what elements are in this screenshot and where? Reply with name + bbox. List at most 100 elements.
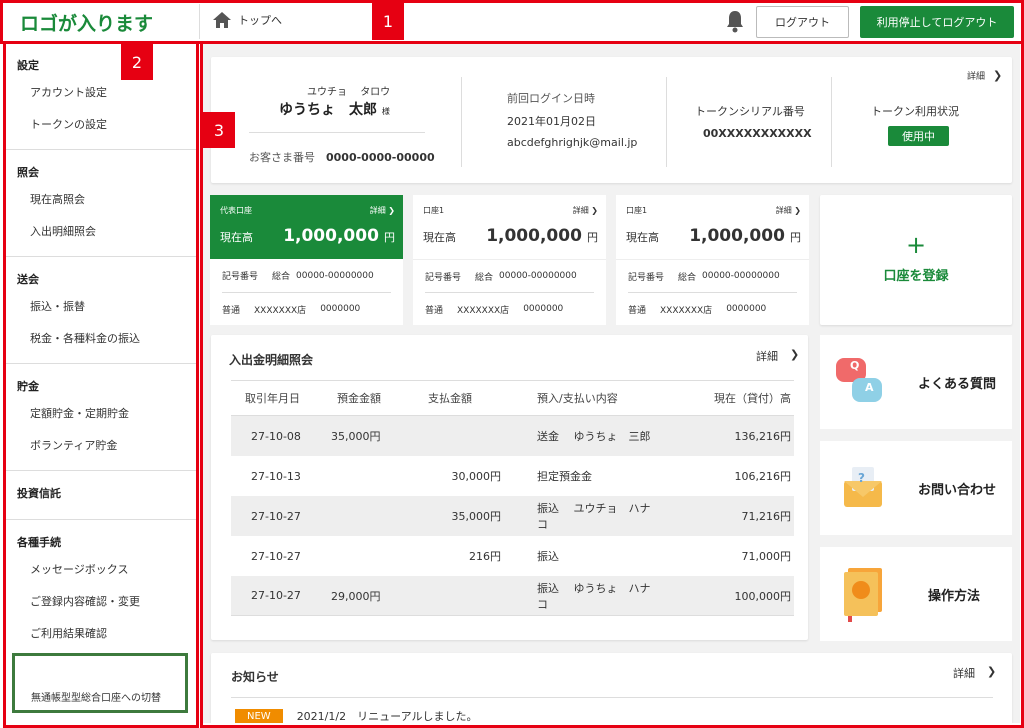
home-link[interactable]: トップへ	[212, 11, 282, 29]
table-row[interactable]: 27-10-08 35,000円 送金 ゆうちょ 三郎 136,216円	[231, 416, 794, 456]
notification-button[interactable]	[725, 9, 745, 37]
sidebar-item-investment-trust[interactable]: 投資信託	[6, 485, 198, 501]
faq-q-letter: Q	[850, 359, 860, 372]
balance-unit: 円	[384, 231, 395, 244]
chevron-right-icon: ❯	[388, 206, 395, 215]
sidebar-item-message-box[interactable]: メッセージボックス	[6, 554, 198, 586]
divider	[461, 77, 462, 167]
detail-label: 詳細	[369, 206, 386, 215]
sidebar-item-token-settings[interactable]: トークンの設定	[6, 109, 198, 141]
account-card-1[interactable]: 口座1 詳細 ❯ 現在高 1,000,000 円 記号番号 総合 00000-00000…	[413, 195, 606, 325]
balance-label: 現在高	[423, 231, 456, 244]
account-number: 0000000	[320, 304, 361, 314]
sidebar-item-usage-result[interactable]: ご利用結果確認	[6, 618, 198, 650]
account-kind: 普通	[222, 305, 241, 316]
sidebar-item-transaction-inquiry[interactable]: 入出明細照会	[6, 216, 198, 248]
faq-a-letter: A	[865, 381, 874, 394]
switch-account-button[interactable]: 無通帳型型総合口座への切替	[12, 653, 188, 713]
column-header-withdrawal: 支払金額	[428, 392, 472, 405]
sidebar-section-procedures: 各種手続 メッセージボックス ご登録内容確認・変更 ご利用結果確認	[6, 520, 198, 658]
cell-deposit: 29,000円	[331, 589, 381, 603]
account-label: 代表口座	[220, 206, 252, 215]
howto-label: 操作方法	[928, 588, 981, 604]
sidebar-item-volunteer-savings[interactable]: ボランティア貯金	[6, 430, 198, 462]
news-card: お知らせ 詳細 ❯ NEW 2021/1/2 リニューアルしました。	[211, 653, 1012, 723]
account-card-header: 口座1 詳細 ❯ 現在高 1,000,000 円	[413, 195, 606, 259]
account-detail-link[interactable]: 詳細 ❯	[573, 205, 598, 216]
divider	[666, 77, 667, 167]
table-row[interactable]: 27-10-27 35,000円 振込 ユウチョ ハナコ 71,216円	[231, 496, 794, 536]
news-item[interactable]: NEW 2021/1/2 リニューアルしました。	[235, 708, 478, 723]
divider	[831, 77, 832, 167]
register-account-button[interactable]: + 口座を登録	[820, 195, 1012, 325]
sidebar-item-registration-check[interactable]: ご登録内容確認・変更	[6, 586, 198, 618]
new-badge: NEW	[235, 708, 283, 723]
logout-button[interactable]: ログアウト	[756, 6, 849, 38]
annotation-label-3: 3	[203, 112, 235, 148]
cell-balance: 136,216円	[734, 430, 792, 443]
sidebar-heading: 設定	[17, 59, 39, 72]
balance-label: 現在高	[220, 231, 253, 244]
account-number-row: 記号番号 総合 00000-00000000	[210, 259, 403, 292]
sidebar-section-savings: 貯金 定額貯金・定期貯金 ボランティア貯金	[6, 364, 198, 471]
table-row[interactable]: 27-10-27 29,000円 振込 ゆうちょ ハナコ 100,000円	[231, 576, 794, 616]
profile-detail-link[interactable]: 詳細 ❯	[967, 69, 1002, 82]
annotation-label-2: 2	[121, 44, 153, 80]
sidebar-item-account-settings[interactable]: アカウント設定	[6, 77, 198, 109]
transactions-table: 取引年月日 預金金額 支払金額 預入/支払い内容 現在（貸付）高 27-10-0…	[231, 380, 794, 616]
cell-date: 27-10-13	[251, 469, 301, 483]
sidebar-item-tax-payment[interactable]: 税金・各種料金の振込	[6, 323, 198, 355]
bell-icon	[727, 11, 743, 33]
sidebar-item-balance-inquiry[interactable]: 現在高照会	[6, 184, 198, 216]
balance-unit: 円	[790, 231, 801, 244]
cell-date: 27-10-27	[251, 549, 301, 563]
account-detail-link[interactable]: 詳細 ❯	[370, 205, 395, 216]
account-label: 口座1	[626, 206, 648, 215]
account-detail-link[interactable]: 詳細 ❯	[776, 205, 801, 216]
balance-unit: 円	[587, 231, 598, 244]
chevron-right-icon: ❯	[794, 206, 801, 215]
detail-label: 詳細	[572, 206, 589, 215]
divider	[199, 4, 200, 39]
account-card-primary[interactable]: 代表口座 詳細 ❯ 現在高 1,000,000 円 記号番号 総合 00000-0000…	[210, 195, 403, 325]
howto-button[interactable]: 操作方法	[820, 547, 1012, 641]
customer-number-label: お客さま番号	[249, 151, 315, 164]
account-card-2[interactable]: 口座1 詳細 ❯ 現在高 1,000,000 円 記号番号 総合 00000-00000…	[616, 195, 809, 325]
question-mark: ?	[858, 471, 865, 485]
account-card-header: 代表口座 詳細 ❯ 現在高 1,000,000 円	[210, 195, 403, 259]
sidebar-heading: 送会	[17, 273, 39, 286]
transactions-detail-link[interactable]: 詳細 ❯	[756, 348, 799, 364]
logo[interactable]: ロゴが入ります	[20, 9, 153, 36]
faq-icon	[836, 358, 882, 402]
faq-button[interactable]: Q A よくある質問	[820, 335, 1012, 429]
account-type: 総合	[475, 272, 494, 283]
honorific: 様	[381, 107, 390, 116]
kigo-number: 00000-00000000	[702, 271, 780, 281]
customer-number-row: お客さま番号 0000-0000-00000	[249, 149, 435, 165]
contact-button[interactable]: ? お問い合わせ	[820, 441, 1012, 535]
divider	[249, 132, 425, 133]
sidebar: 設定 アカウント設定 トークンの設定 照会 現在高照会 入出明細照会 送会 振込…	[6, 43, 198, 723]
table-row[interactable]: 27-10-13 30,000円 担定預金金 106,216円	[231, 456, 794, 496]
account-number: 0000000	[726, 304, 767, 314]
customer-name: ゆうちょ 太郎 様	[279, 99, 390, 119]
email: abcdefghrighjk@mail.jp	[507, 136, 638, 149]
cell-balance: 71,000円	[741, 550, 792, 563]
token-serial-label: トークンシリアル番号	[695, 105, 805, 118]
detail-label: 詳細	[775, 206, 792, 215]
sidebar-item-fixed-savings[interactable]: 定額貯金・定期貯金	[6, 398, 198, 430]
stop-and-logout-button[interactable]: 利用停止してログアウト	[860, 6, 1014, 38]
table-row[interactable]: 27-10-27 216円 振込 71,000円	[231, 536, 794, 576]
account-branch-row: 普通 XXXXXXX店 0000000	[222, 292, 391, 325]
sidebar-section-settings: 設定 アカウント設定 トークンの設定	[6, 43, 198, 150]
chevron-right-icon: ❯	[993, 69, 1003, 82]
sidebar-section-inquiry: 照会 現在高照会 入出明細照会	[6, 150, 198, 257]
account-card-header: 口座1 詳細 ❯ 現在高 1,000,000 円	[616, 195, 809, 259]
kana-last: タロウ	[360, 87, 391, 98]
sidebar-item-transfer[interactable]: 振込・振替	[6, 291, 198, 323]
kigo-label: 記号番号	[222, 272, 259, 282]
news-detail-link[interactable]: 詳細 ❯	[953, 665, 996, 681]
cell-withdrawal: 216円	[469, 550, 501, 563]
token-serial: 00XXXXXXXXXXX	[703, 127, 812, 140]
column-header-date: 取引年月日	[245, 392, 300, 405]
